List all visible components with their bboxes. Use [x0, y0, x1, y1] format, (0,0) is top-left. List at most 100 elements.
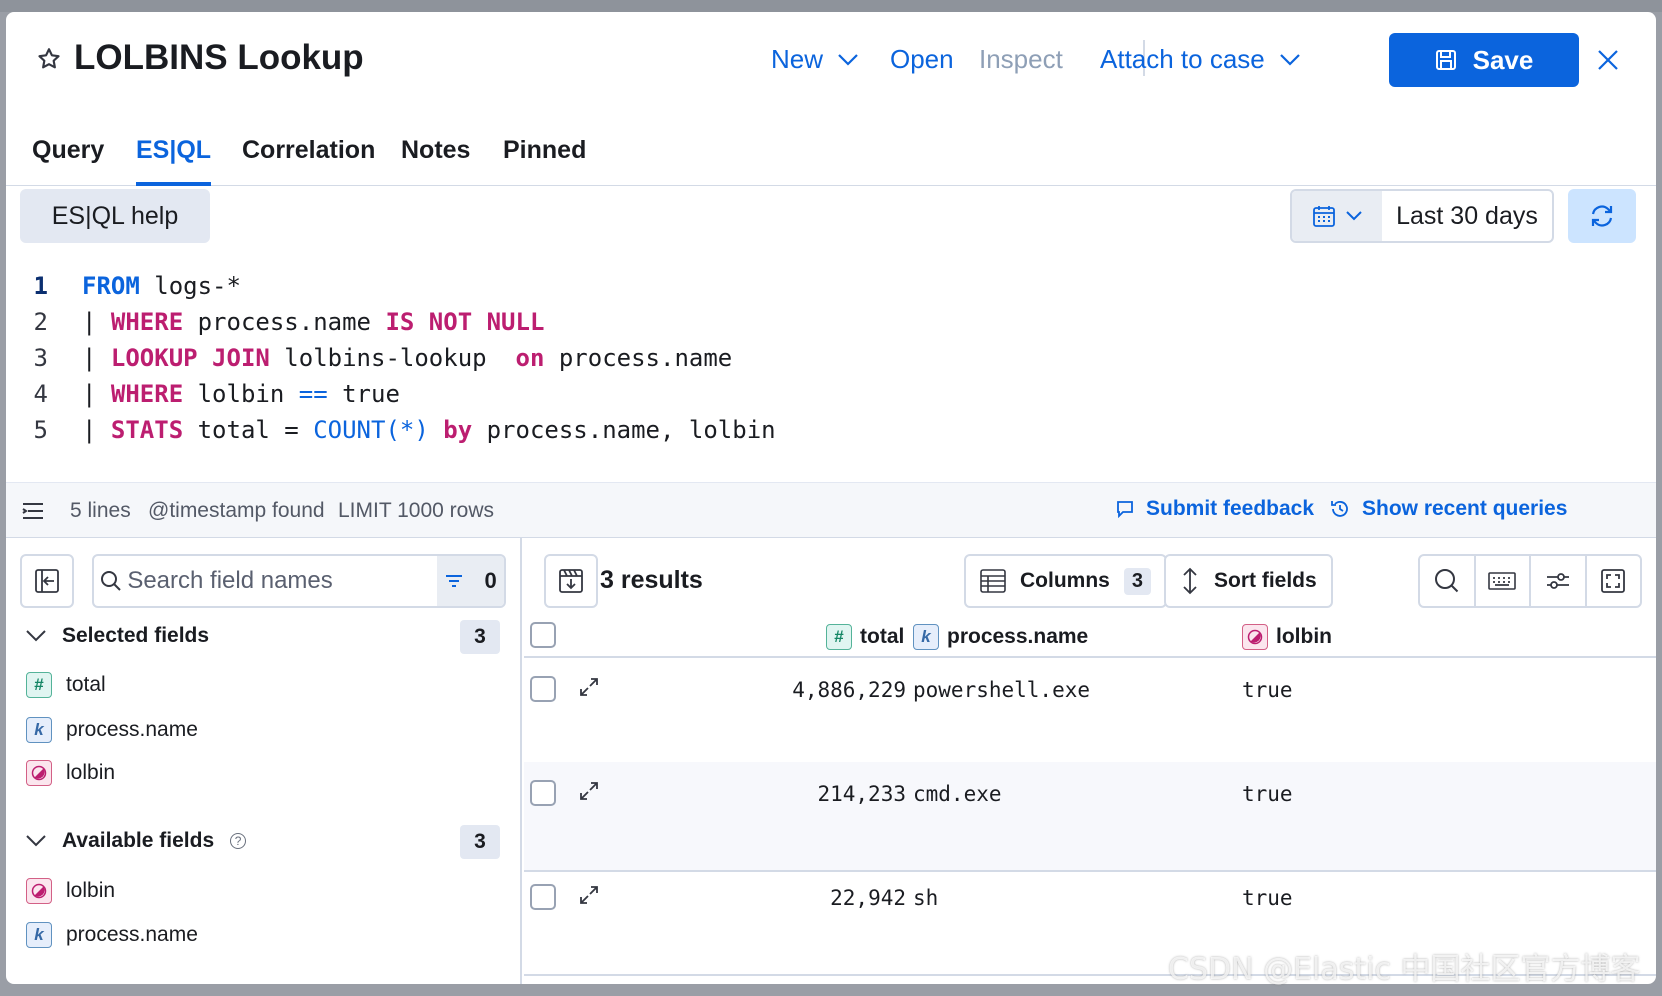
watermark: CSDN @Elastic 中国社区官方博客: [1168, 952, 1641, 987]
help-icon[interactable]: ?: [230, 833, 247, 849]
expand-icon[interactable]: [578, 884, 600, 906]
row-checkbox[interactable]: [530, 780, 556, 806]
field-item-process-name[interactable]: k process.name: [26, 717, 198, 743]
field-item-lolbin[interactable]: lolbin: [26, 878, 115, 904]
star-icon[interactable]: [36, 46, 62, 72]
column-label: total: [860, 625, 905, 648]
search-input[interactable]: [127, 567, 438, 595]
save-button[interactable]: Save: [1389, 33, 1579, 87]
search-grid-button[interactable]: [1420, 556, 1476, 606]
settings-sliders-icon: [1546, 573, 1569, 589]
column-header-process-name[interactable]: k process.name: [913, 624, 1088, 650]
cell-lolbin[interactable]: true: [1242, 782, 1293, 806]
field-name: process.name: [66, 718, 198, 741]
cell-lolbin[interactable]: true: [1242, 678, 1293, 702]
inspect-button[interactable]: Inspect: [979, 44, 1063, 75]
esql-code-editor[interactable]: 1 FROM logs-* 2 | WHERE process.name IS …: [6, 268, 1656, 448]
row-checkbox[interactable]: [530, 884, 556, 910]
filter-icon: [445, 575, 462, 587]
columns-count: 3: [1123, 567, 1151, 595]
tab-correlation[interactable]: Correlation: [242, 136, 375, 186]
tab-query[interactable]: Query: [32, 136, 104, 186]
open-button[interactable]: Open: [890, 44, 954, 75]
cell-total[interactable]: 22,942: [706, 886, 906, 910]
results-count: 3 results: [600, 566, 703, 594]
results-panel: 3 results Columns 3 Sort fields # total …: [524, 538, 1656, 984]
cell-process-name[interactable]: powershell.exe: [913, 678, 1090, 702]
submit-feedback-link[interactable]: Submit feedback: [1116, 497, 1314, 521]
table-row: 4,886,229 powershell.exe true: [524, 658, 1656, 768]
cell-total[interactable]: 4,886,229: [706, 678, 906, 702]
search-icon: [100, 571, 121, 591]
line-number: 2: [33, 308, 48, 336]
field-type-filter-button[interactable]: 0: [437, 556, 504, 606]
refresh-icon: [1591, 205, 1613, 227]
cell-process-name[interactable]: sh: [913, 886, 938, 910]
recent-queries-link[interactable]: Show recent queries: [1330, 497, 1567, 521]
code-line: 1 FROM logs-*: [6, 268, 1656, 304]
field-item-lolbin[interactable]: lolbin: [26, 760, 115, 786]
attach-to-case-button[interactable]: Attach to case: [1100, 44, 1301, 75]
sort-fields-button[interactable]: Sort fields: [1164, 554, 1333, 608]
sort-fields-label: Sort fields: [1214, 569, 1317, 592]
list-icon[interactable]: [22, 501, 44, 521]
chevron-down-icon: [26, 630, 46, 642]
sort-icon: [1183, 567, 1197, 595]
grid-header-row: # total k process.name lolbin: [524, 616, 1656, 658]
date-range-label[interactable]: Last 30 days: [1382, 191, 1552, 241]
column-header-total[interactable]: # total: [826, 624, 904, 650]
modal-header: LOLBINS Lookup New Open Inspect Attach t…: [6, 12, 1656, 112]
display-settings-button[interactable]: [1531, 556, 1587, 606]
expand-icon[interactable]: [578, 676, 600, 698]
code-line: 2 | WHERE process.name IS NOT NULL: [6, 304, 1656, 340]
number-type-icon: #: [826, 624, 852, 650]
chevron-down-icon: [1346, 211, 1362, 221]
expand-icon[interactable]: [578, 780, 600, 802]
keyboard-shortcuts-button[interactable]: [1476, 556, 1531, 606]
date-picker[interactable]: Last 30 days: [1290, 189, 1554, 243]
tab-bar: Query ES|QL Correlation Notes Pinned: [6, 112, 1656, 186]
cell-lolbin[interactable]: true: [1242, 886, 1293, 910]
refresh-button[interactable]: [1568, 189, 1636, 243]
selected-fields-toggle[interactable]: Selected fields: [26, 624, 209, 648]
collapse-panel-icon: [35, 569, 59, 593]
grid-toolbar-group: [1418, 554, 1642, 608]
tab-esql[interactable]: ES|QL: [136, 136, 212, 186]
close-icon[interactable]: [1596, 48, 1620, 72]
filter-count: 0: [484, 568, 497, 593]
new-button[interactable]: New: [771, 44, 859, 75]
date-quick-menu[interactable]: [1292, 191, 1382, 241]
save-label: Save: [1472, 44, 1534, 75]
field-item-total[interactable]: # total: [26, 672, 106, 698]
tab-pinned[interactable]: Pinned: [503, 136, 586, 186]
esql-help-button[interactable]: ES|QL help: [20, 189, 210, 243]
chevron-down-icon: [26, 835, 46, 847]
available-fields-toggle[interactable]: Available fields ?: [26, 829, 247, 853]
fullscreen-button[interactable]: [1587, 556, 1641, 606]
columns-label: Columns: [1020, 569, 1110, 592]
field-name: process.name: [66, 923, 198, 946]
collapse-sidebar-button[interactable]: [20, 554, 74, 608]
chevron-down-icon: [838, 53, 858, 66]
keyboard-icon: [1488, 572, 1517, 590]
history-icon: [1331, 501, 1348, 517]
line-count: 5 lines: [70, 499, 131, 522]
select-all-checkbox[interactable]: [530, 622, 556, 648]
timestamp-status: @timestamp found: [148, 499, 325, 522]
cell-process-name[interactable]: cmd.exe: [913, 782, 1002, 806]
row-checkbox[interactable]: [530, 676, 556, 702]
field-search[interactable]: 0: [92, 554, 506, 608]
field-item-process-name[interactable]: k process.name: [26, 922, 198, 948]
table-row: 214,233 cmd.exe true: [524, 762, 1656, 872]
keyword-type-icon: k: [913, 624, 939, 650]
column-header-lolbin[interactable]: lolbin: [1242, 624, 1332, 650]
field-name: lolbin: [66, 761, 116, 784]
download-button[interactable]: [544, 554, 598, 608]
tab-notes[interactable]: Notes: [401, 136, 470, 186]
available-fields-label: Available fields: [62, 829, 215, 852]
attach-label: Attach to case: [1100, 44, 1265, 74]
columns-button[interactable]: Columns 3: [964, 554, 1167, 608]
available-fields-count: 3: [460, 825, 500, 859]
cell-total[interactable]: 214,233: [706, 782, 906, 806]
field-list-sidebar: 0 Selected fields 3 # total k process.na…: [6, 538, 522, 984]
